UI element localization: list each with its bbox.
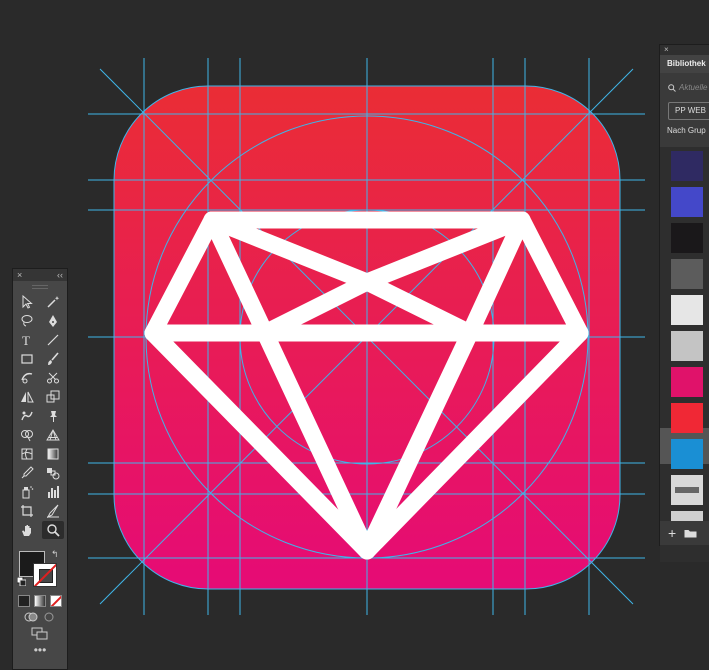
hand-icon [22,525,31,536]
magic-wand-tool[interactable] [42,293,64,311]
pen-icon [49,315,57,327]
scale-icon [46,390,60,403]
library-color-swatch[interactable] [671,187,703,217]
svg-text:T: T [22,333,30,347]
tools-panel-titlebar[interactable]: × ‹‹ [13,269,67,281]
collapse-icon[interactable]: ‹‹ [57,270,63,280]
rectangle-icon [21,354,33,364]
shape-builder-icon [21,430,33,442]
panel-grip[interactable] [32,285,48,289]
screen-mode-icon[interactable] [31,627,49,641]
pin-icon [50,411,57,422]
wand-icon [47,296,60,308]
scale-tool[interactable] [42,388,64,406]
reflect-tool[interactable] [16,388,38,406]
close-icon[interactable]: × [664,45,669,54]
hand-tool[interactable] [16,521,38,539]
symbol-sprayer-tool[interactable] [16,483,38,501]
eyedropper-icon [21,466,34,479]
gradient-tool[interactable] [42,445,64,463]
library-color-swatch[interactable] [671,511,703,521]
mesh-icon [21,448,33,460]
scissors-tool[interactable] [42,369,64,387]
rectangle-tool[interactable] [16,350,38,368]
paintbrush-tool[interactable] [42,350,64,368]
selection-tool[interactable] [16,293,38,311]
brush-icon [48,352,59,365]
perspective-grid-tool[interactable] [42,426,64,444]
gradient-icon [47,448,59,460]
color-mode-icon[interactable] [18,595,30,607]
library-select[interactable]: PP WEB [668,102,709,120]
draw-mode-row [13,611,67,623]
perspective-icon [46,429,60,441]
draw-mode-icon[interactable] [24,611,38,623]
default-colors-icon[interactable] [17,577,26,586]
pen-tool[interactable] [42,312,64,330]
library-items-list[interactable] [660,147,709,562]
library-color-swatch[interactable] [671,259,703,289]
library-color-swatch[interactable] [671,367,703,397]
add-icon[interactable]: + [668,525,676,541]
puppet-warp-tool[interactable] [42,407,64,425]
library-color-swatch[interactable] [671,331,703,361]
artboard-tool[interactable] [16,502,38,520]
color-controls: ↰ [13,547,67,591]
libraries-search[interactable]: Aktuelle [660,73,709,92]
library-color-swatch[interactable] [671,151,703,181]
more-tools-icon[interactable]: ••• [13,643,67,657]
stroke-color-swatch[interactable] [33,563,57,587]
type-icon: T [22,333,30,347]
tool-grid: T [13,293,67,539]
shaper-icon [21,372,33,384]
blend-tool[interactable] [42,464,64,482]
warp-tool[interactable] [16,407,38,425]
scissors-icon [47,372,59,384]
libraries-panel-titlebar[interactable]: × [660,45,709,55]
zoom-icon [47,524,60,537]
library-color-swatch[interactable] [671,295,703,325]
search-placeholder: Aktuelle [679,83,708,92]
eyedropper-tool[interactable] [16,464,38,482]
artboard-canvas[interactable] [0,0,709,670]
warp-icon [21,411,33,421]
library-color-swatch[interactable] [671,475,703,505]
library-color-swatch[interactable] [671,403,703,433]
folder-icon[interactable] [684,528,697,538]
shaper-tool[interactable] [16,369,38,387]
libraries-panel: × Bibliothek Aktuelle PP WEB Nach Grup + [659,44,709,562]
libraries-footer: + [660,521,709,545]
tools-panel: × ‹‹ T ↰ ••• [12,268,68,670]
blend-icon [47,468,60,480]
line-tool[interactable] [42,331,64,349]
library-color-swatch[interactable] [671,223,703,253]
graph-icon [48,486,59,498]
lasso-icon [21,315,33,327]
library-color-swatch[interactable] [671,439,703,469]
group-by-label[interactable]: Nach Grup [660,120,709,135]
sprayer-icon [22,486,34,499]
search-icon [668,83,676,92]
draw-behind-icon[interactable] [42,611,56,623]
arrow-icon [22,295,33,309]
gradient-mode-icon[interactable] [34,595,46,607]
mesh-tool[interactable] [16,445,38,463]
close-icon[interactable]: × [17,270,22,280]
reflect-icon [21,391,34,403]
column-graph-tool[interactable] [42,483,64,501]
line-icon [47,334,59,346]
swap-colors-icon[interactable]: ↰ [51,549,59,560]
fill-mode-row [13,595,67,607]
slice-tool[interactable] [42,502,64,520]
libraries-tab[interactable]: Bibliothek [660,55,709,73]
type-tool[interactable]: T [16,331,38,349]
none-mode-icon[interactable] [50,595,62,607]
artboard-icon [21,505,33,517]
graphic-thumbnail-icon [675,487,699,493]
zoom-tool[interactable] [42,521,64,539]
screen-mode-row [13,627,67,641]
shape-builder-tool[interactable] [16,426,38,444]
slice-icon [46,504,59,518]
lasso-tool[interactable] [16,312,38,330]
